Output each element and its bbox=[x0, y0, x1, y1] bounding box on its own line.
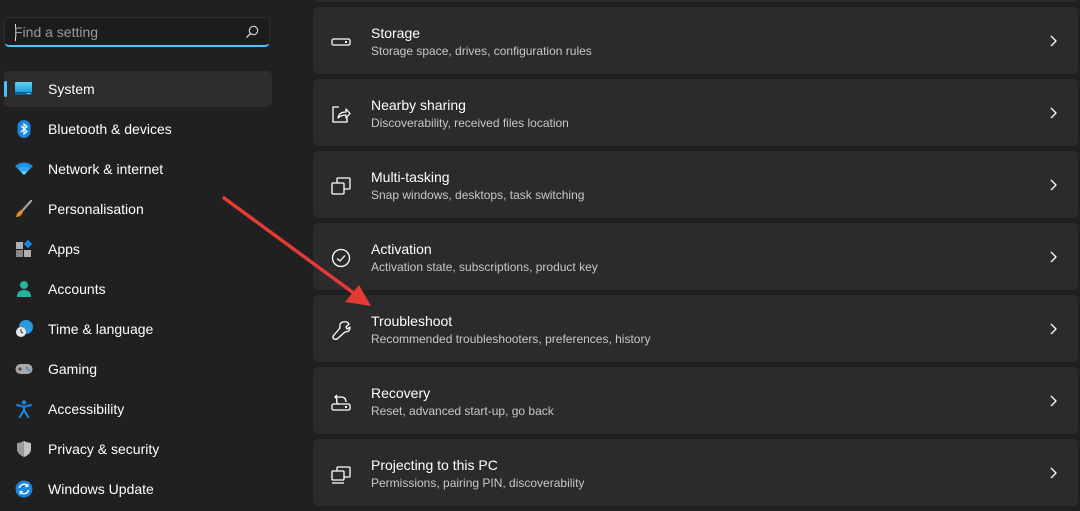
update-icon bbox=[15, 480, 33, 498]
sidebar-item-label: Network & internet bbox=[48, 161, 164, 177]
card-title: Multi-tasking bbox=[371, 169, 450, 185]
chevron-right-icon bbox=[1050, 395, 1057, 407]
accessibility-icon bbox=[16, 400, 32, 418]
chevron-right-icon bbox=[1050, 179, 1057, 191]
projecting-icon bbox=[331, 466, 351, 484]
sidebar-item-system[interactable]: System bbox=[4, 71, 272, 107]
share-icon bbox=[332, 106, 351, 123]
card-projecting[interactable]: Projecting to this PC Permissions, pairi… bbox=[313, 439, 1078, 506]
paintbrush-icon bbox=[16, 200, 33, 217]
recovery-icon bbox=[331, 394, 351, 411]
sidebar-item-gaming[interactable]: Gaming bbox=[4, 351, 272, 387]
search-input[interactable] bbox=[14, 22, 234, 42]
sidebar-nav: System Bluetooth & devices Network & int… bbox=[4, 71, 272, 511]
multitasking-icon bbox=[331, 177, 351, 195]
sidebar-item-time-language[interactable]: Time & language bbox=[4, 311, 272, 347]
sidebar-item-accounts[interactable]: Accounts bbox=[4, 271, 272, 307]
sidebar-item-label: Apps bbox=[48, 241, 80, 257]
card-subtitle: Storage space, drives, configuration rul… bbox=[371, 44, 592, 58]
chevron-right-icon bbox=[1050, 323, 1057, 335]
apps-icon bbox=[16, 240, 33, 257]
active-indicator bbox=[4, 81, 7, 97]
sidebar-item-privacy-security[interactable]: Privacy & security bbox=[4, 431, 272, 467]
sidebar-item-bluetooth[interactable]: Bluetooth & devices bbox=[4, 111, 272, 147]
sidebar-item-apps[interactable]: Apps bbox=[4, 231, 272, 267]
sidebar-item-label: Privacy & security bbox=[48, 441, 160, 457]
check-circle-icon bbox=[331, 248, 351, 268]
wrench-icon bbox=[332, 321, 351, 341]
card-title: Troubleshoot bbox=[371, 313, 453, 329]
wifi-icon bbox=[15, 162, 33, 175]
chevron-right-icon bbox=[1050, 107, 1057, 119]
card-title: Projecting to this PC bbox=[371, 457, 498, 473]
gamepad-icon bbox=[15, 364, 33, 374]
card-nearby-sharing[interactable]: Nearby sharing Discoverability, received… bbox=[313, 79, 1078, 146]
sidebar-item-label: Gaming bbox=[48, 361, 98, 377]
card-title: Activation bbox=[371, 241, 432, 257]
sidebar-item-network[interactable]: Network & internet bbox=[4, 151, 272, 187]
search-box[interactable] bbox=[4, 17, 270, 47]
bluetooth-icon bbox=[17, 120, 31, 138]
chevron-right-icon bbox=[1050, 35, 1057, 47]
sidebar: System Bluetooth & devices Network & int… bbox=[0, 0, 290, 505]
settings-list: Storage Storage space, drives, configura… bbox=[313, 0, 1078, 506]
storage-drive-icon bbox=[331, 38, 351, 46]
card-subtitle: Reset, advanced start-up, go back bbox=[371, 404, 554, 418]
card-subtitle: Snap windows, desktops, task switching bbox=[371, 188, 585, 202]
sidebar-item-label: System bbox=[48, 81, 95, 97]
card-subtitle: Activation state, subscriptions, product… bbox=[371, 260, 598, 274]
chevron-right-icon bbox=[1050, 467, 1057, 479]
card-subtitle: Permissions, pairing PIN, discoverabilit… bbox=[371, 476, 585, 490]
card-recovery[interactable]: Recovery Reset, advanced start-up, go ba… bbox=[313, 367, 1078, 434]
system-monitor-icon bbox=[15, 82, 32, 95]
card-title: Storage bbox=[371, 25, 421, 41]
sidebar-item-windows-update[interactable]: Windows Update bbox=[4, 471, 272, 507]
search-icon[interactable] bbox=[245, 25, 259, 39]
card-title: Nearby sharing bbox=[371, 97, 466, 113]
clock-globe-icon bbox=[16, 320, 33, 337]
sidebar-item-personalisation[interactable]: Personalisation bbox=[4, 191, 272, 227]
sidebar-item-label: Accessibility bbox=[48, 401, 125, 417]
card-title: Recovery bbox=[371, 385, 431, 401]
card-subtitle: Recommended troubleshooters, preferences… bbox=[371, 332, 651, 346]
shield-icon bbox=[17, 441, 31, 457]
card-troubleshoot[interactable]: Troubleshoot Recommended troubleshooters… bbox=[313, 295, 1078, 362]
card-subtitle: Discoverability, received files location bbox=[371, 116, 569, 130]
sidebar-item-accessibility[interactable]: Accessibility bbox=[4, 391, 272, 427]
chevron-right-icon bbox=[1050, 251, 1057, 263]
previous-card-edge bbox=[313, 0, 1078, 2]
card-storage[interactable]: Storage Storage space, drives, configura… bbox=[313, 7, 1078, 74]
sidebar-item-label: Bluetooth & devices bbox=[48, 121, 172, 137]
sidebar-item-label: Time & language bbox=[48, 321, 154, 337]
person-icon bbox=[17, 281, 31, 297]
card-multi-tasking[interactable]: Multi-tasking Snap windows, desktops, ta… bbox=[313, 151, 1078, 218]
sidebar-item-label: Windows Update bbox=[48, 481, 154, 497]
sidebar-item-label: Personalisation bbox=[48, 201, 144, 217]
card-activation[interactable]: Activation Activation state, subscriptio… bbox=[313, 223, 1078, 290]
sidebar-item-label: Accounts bbox=[48, 281, 106, 297]
